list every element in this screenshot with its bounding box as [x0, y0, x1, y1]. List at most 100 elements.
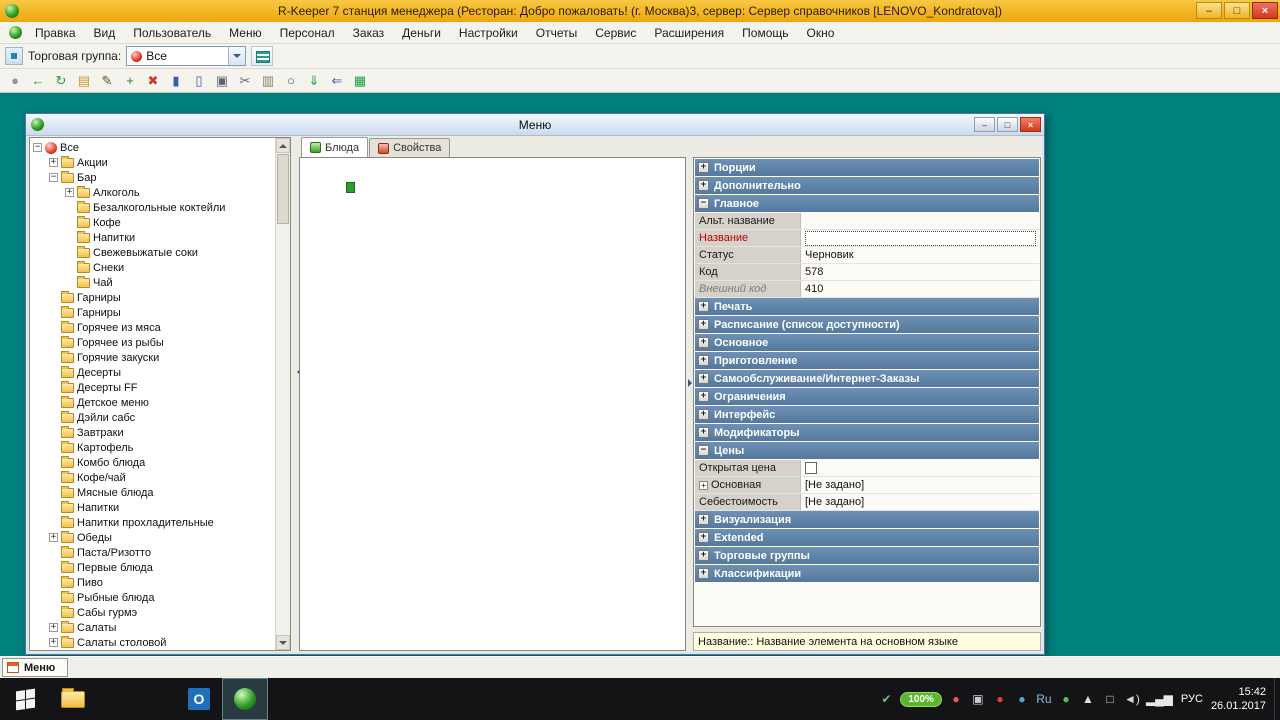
section-header[interactable]: + Основное — [695, 334, 1039, 351]
expand-icon[interactable]: + — [698, 550, 709, 561]
volume-icon[interactable]: ◄) — [1124, 691, 1140, 707]
mdi-menu-window-button[interactable]: Меню — [2, 658, 69, 677]
new-dish-item[interactable] — [346, 182, 355, 193]
collapse-icon[interactable]: − — [33, 143, 42, 152]
battery-indicator[interactable]: 100% — [900, 691, 942, 707]
tree-item[interactable]: Горячее из рыбы — [30, 335, 275, 350]
tree-splitter[interactable] — [292, 136, 301, 652]
tab-properties[interactable]: Свойства — [369, 138, 451, 157]
tree-item[interactable]: + Обеды — [30, 530, 275, 545]
tree-item[interactable]: Снеки — [30, 260, 275, 275]
tree-item[interactable]: Первые блюда — [30, 560, 275, 575]
taskbar-clock[interactable]: 15:42 26.01.2017 — [1211, 685, 1266, 713]
table-view-icon[interactable]: ▦ — [350, 71, 370, 91]
expand-icon[interactable]: + — [698, 319, 709, 330]
tree-item[interactable]: + Салаты — [30, 620, 275, 635]
tree-item[interactable]: Гарниры — [30, 305, 275, 320]
expand-icon[interactable]: + — [698, 301, 709, 312]
tree-item[interactable]: − Бар — [30, 170, 275, 185]
tree-item[interactable]: Напитки — [30, 230, 275, 245]
menubar-item[interactable]: Персонал — [271, 24, 344, 42]
tree-item[interactable]: Завтраки — [30, 425, 275, 440]
messenger-icon[interactable]: ● — [1014, 691, 1030, 707]
section-header[interactable]: + Классификации — [695, 565, 1039, 582]
sync-status-icon[interactable]: ● — [1058, 691, 1074, 707]
menubar-item[interactable]: Сервис — [586, 24, 645, 42]
hidden-icons-chevron[interactable]: ▲ — [1080, 691, 1096, 707]
name-input[interactable] — [805, 230, 1036, 246]
rkeeper-agent-icon[interactable]: ● — [992, 691, 1008, 707]
section-header[interactable]: + Торговые группы — [695, 547, 1039, 564]
start-button[interactable] — [0, 678, 50, 720]
rkeeper-taskbar-icon[interactable] — [222, 678, 268, 720]
export-icon[interactable]: ⇓ — [304, 71, 324, 91]
menubar-item[interactable]: Расширения — [645, 24, 733, 42]
section-header[interactable]: + Самообслуживание/Интернет-Заказы — [695, 370, 1039, 387]
expand-icon[interactable]: + — [698, 427, 709, 438]
expand-icon[interactable]: + — [698, 355, 709, 366]
section-header[interactable]: + Модификаторы — [695, 424, 1039, 441]
section-header[interactable]: − Цены — [695, 442, 1039, 459]
menubar-item[interactable]: Меню — [220, 24, 270, 42]
tree-item[interactable]: Свежевыжатые соки — [30, 245, 275, 260]
punto-switcher-icon[interactable]: Ru — [1036, 691, 1052, 707]
camera-icon[interactable]: ▣ — [970, 691, 986, 707]
expand-icon[interactable]: + — [699, 480, 708, 490]
tree-item[interactable]: Дэйли сабс — [30, 410, 275, 425]
expand-icon[interactable]: + — [698, 514, 709, 525]
scrollbar-thumb[interactable] — [277, 154, 289, 224]
collapse-icon[interactable]: − — [698, 198, 709, 209]
collapse-icon[interactable]: − — [49, 173, 58, 182]
minimize-button[interactable]: – — [1196, 2, 1222, 19]
expand-icon[interactable]: + — [698, 162, 709, 173]
antivirus-shield-icon[interactable]: ✔ — [878, 691, 894, 707]
expand-icon[interactable]: + — [49, 638, 58, 647]
refresh-icon[interactable]: ↻ — [51, 71, 71, 91]
search-icon[interactable]: ○ — [281, 71, 301, 91]
new-item-icon[interactable]: + — [120, 71, 140, 91]
expand-icon[interactable]: + — [698, 337, 709, 348]
scroll-down-button[interactable] — [276, 635, 290, 650]
menu-window-titlebar[interactable]: Меню – □ × — [26, 114, 1044, 136]
tree-item[interactable]: Картофель — [30, 440, 275, 455]
delete-icon[interactable]: ✖ — [143, 71, 163, 91]
tree-item[interactable]: Паста/Ризотто — [30, 545, 275, 560]
combobox-dropdown-arrow[interactable] — [228, 47, 246, 65]
dish-list-area[interactable] — [299, 157, 686, 651]
file-explorer-icon[interactable] — [50, 678, 96, 720]
menubar-item[interactable]: Помощь — [733, 24, 797, 42]
section-header[interactable]: + Дополнительно — [695, 177, 1039, 194]
tree-item[interactable]: Кофе — [30, 215, 275, 230]
close-button[interactable]: × — [1252, 2, 1278, 19]
collapse-icon[interactable]: − — [698, 445, 709, 456]
tree-item[interactable]: Гарниры — [30, 290, 275, 305]
cut-icon[interactable]: ✂ — [235, 71, 255, 91]
menu-window-minimize-button[interactable]: – — [974, 117, 995, 132]
tree-scrollbar[interactable] — [275, 138, 290, 650]
section-header[interactable]: − Главное — [695, 195, 1039, 212]
tree-item[interactable]: + Салаты столовой — [30, 635, 275, 650]
properties-splitter[interactable] — [686, 157, 693, 651]
expand-icon[interactable]: + — [698, 532, 709, 543]
section-header[interactable]: + Визуализация — [695, 511, 1039, 528]
tree-item[interactable]: Комбо блюда — [30, 455, 275, 470]
tab-dishes[interactable]: Блюда — [301, 137, 369, 157]
expand-icon[interactable]: + — [698, 409, 709, 420]
tree-item[interactable]: Безалкогольные коктейли — [30, 200, 275, 215]
menubar-item[interactable]: Деньги — [393, 24, 450, 42]
menubar-item[interactable]: Окно — [798, 24, 844, 42]
menubar-item[interactable]: Отчеты — [527, 24, 586, 42]
tree-item[interactable]: + Алкоголь — [30, 185, 275, 200]
tree-item[interactable]: Детское меню — [30, 395, 275, 410]
section-header[interactable]: + Печать — [695, 298, 1039, 315]
tree-item[interactable]: Десерты — [30, 365, 275, 380]
tree-item[interactable]: − Все — [30, 140, 275, 155]
section-header[interactable]: + Интерфейс — [695, 406, 1039, 423]
section-header[interactable]: + Ограничения — [695, 388, 1039, 405]
expand-icon[interactable]: + — [698, 180, 709, 191]
expand-icon[interactable]: + — [698, 373, 709, 384]
scroll-up-button[interactable] — [276, 138, 290, 153]
tree-item[interactable]: Чай — [30, 275, 275, 290]
edit-icon[interactable]: ✎ — [97, 71, 117, 91]
expand-icon[interactable]: + — [698, 391, 709, 402]
